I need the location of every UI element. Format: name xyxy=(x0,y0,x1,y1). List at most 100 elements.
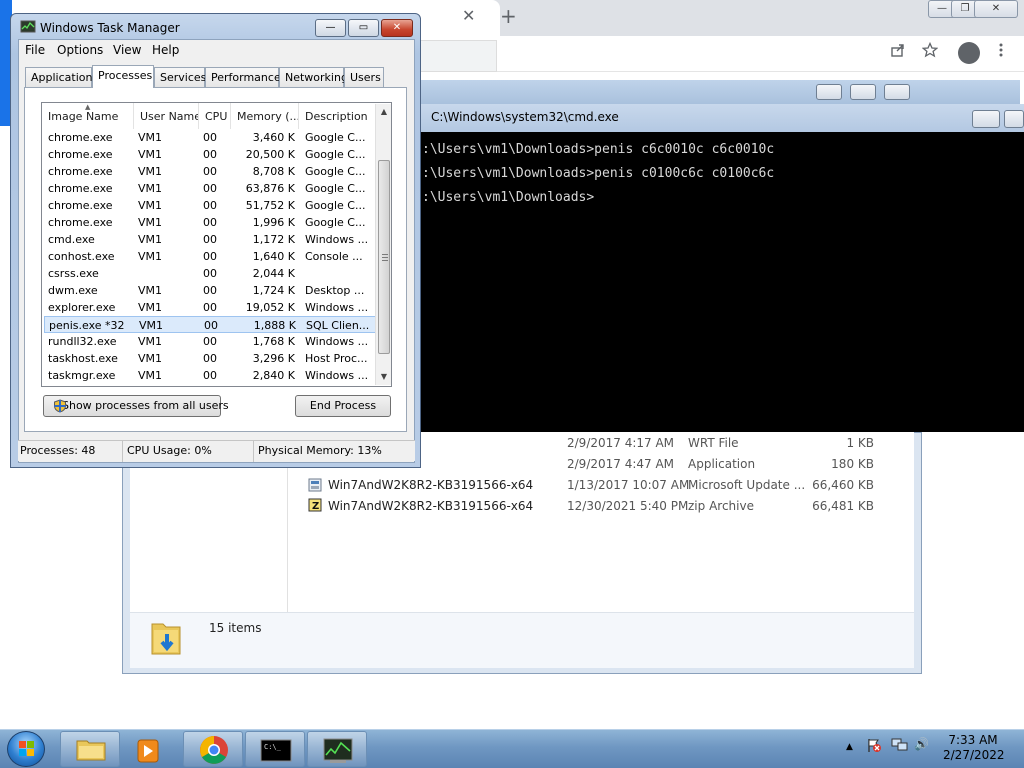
process-image: penis.exe *32 xyxy=(49,319,125,332)
process-desc: Windows ... xyxy=(305,335,369,348)
background-close-button[interactable] xyxy=(884,84,910,100)
process-cpu: 00 xyxy=(203,216,217,229)
file-type: WRT File xyxy=(688,436,739,450)
process-row[interactable]: chrome.exe VM1 00 63,876 K Google C... xyxy=(44,180,376,197)
menu-help[interactable]: Help xyxy=(152,43,179,57)
task-manager-minimize-button[interactable]: — xyxy=(315,19,346,37)
process-image: conhost.exe xyxy=(48,250,115,263)
chrome-new-tab-button[interactable]: + xyxy=(500,4,517,28)
task-manager-close-button[interactable]: ✕ xyxy=(381,19,413,37)
process-user: VM1 xyxy=(138,352,163,365)
process-cpu: 00 xyxy=(203,233,217,246)
taskbar-explorer-button[interactable] xyxy=(60,731,120,767)
chrome-close-button[interactable]: ✕ xyxy=(974,0,1018,18)
background-maximize-button[interactable] xyxy=(850,84,876,100)
tab-processes[interactable]: Processes xyxy=(92,65,154,88)
cmd-output-line: :\Users\vm1\Downloads>penis c0100c6c c01… xyxy=(422,166,775,181)
process-image: cmd.exe xyxy=(48,233,95,246)
process-row[interactable]: dwm.exe VM1 00 1,724 K Desktop ... xyxy=(44,282,376,299)
process-row[interactable]: cmd.exe VM1 00 1,172 K Windows ... xyxy=(44,231,376,248)
share-icon[interactable] xyxy=(887,42,909,64)
process-cpu: 00 xyxy=(203,267,217,280)
background-window-titlebar xyxy=(420,80,1020,104)
status-process-count: Processes: 48 xyxy=(20,444,96,457)
end-process-button[interactable]: End Process xyxy=(295,395,391,417)
column-header-image-name[interactable]: ▲ Image Name xyxy=(42,103,134,129)
process-row[interactable]: csrss.exe 00 2,044 K xyxy=(44,265,376,282)
file-type: Microsoft Update ... xyxy=(688,478,806,492)
process-row[interactable]: chrome.exe VM1 00 8,708 K Google C... xyxy=(44,163,376,180)
process-row[interactable]: chrome.exe VM1 00 1,996 K Google C... xyxy=(44,214,376,231)
process-desc: Desktop ... xyxy=(305,284,365,297)
process-user: VM1 xyxy=(138,199,163,212)
file-name: Win7AndW2K8R2-KB3191566-x64 xyxy=(328,478,534,492)
status-separator xyxy=(253,441,254,462)
process-image: csrss.exe xyxy=(48,267,99,280)
taskbar-task-manager-button[interactable] xyxy=(307,731,367,767)
menu-options[interactable]: Options xyxy=(57,43,103,57)
background-minimize-button[interactable] xyxy=(816,84,842,100)
profile-avatar-icon[interactable] xyxy=(958,42,980,64)
action-center-flag-icon[interactable] xyxy=(866,737,882,756)
process-row[interactable]: taskhost.exe VM1 00 3,296 K Host Proc... xyxy=(44,350,376,367)
show-all-processes-button[interactable]: Show processes from all users xyxy=(43,395,229,417)
process-user: VM1 xyxy=(138,131,163,144)
taskbar-chrome-button[interactable] xyxy=(183,731,243,767)
column-header-memory[interactable]: Memory (... xyxy=(231,103,299,129)
svg-text:C:\_: C:\_ xyxy=(264,743,282,751)
show-hidden-icons-arrow[interactable]: ▲ xyxy=(846,742,853,752)
column-header-cpu[interactable]: CPU xyxy=(199,103,231,129)
process-row[interactable]: chrome.exe VM1 00 3,460 K Google C... xyxy=(44,129,376,146)
process-user: VM1 xyxy=(138,233,163,246)
process-list-scrollbar[interactable]: ▲ ▼ xyxy=(375,104,391,385)
process-row[interactable]: conhost.exe VM1 00 1,640 K Console ... xyxy=(44,248,376,265)
process-desc: Google C... xyxy=(305,148,366,161)
process-mem: 8,708 K xyxy=(252,165,295,178)
start-button[interactable] xyxy=(7,731,45,767)
cmd-prompt-line: :\Users\vm1\Downloads> xyxy=(422,190,595,205)
scroll-up-arrow-icon[interactable]: ▲ xyxy=(376,104,392,120)
process-image: rundll32.exe xyxy=(48,335,117,348)
process-row[interactable]: taskmgr.exe VM1 00 2,840 K Windows ... xyxy=(44,367,376,384)
task-manager-maximize-button[interactable]: ▭ xyxy=(348,19,379,37)
volume-icon[interactable]: 🔊 xyxy=(914,737,929,751)
network-icon[interactable] xyxy=(891,737,909,756)
bookmark-star-icon[interactable] xyxy=(919,41,941,64)
column-header-description[interactable]: Description xyxy=(299,103,375,129)
column-header-user-name[interactable]: User Name xyxy=(134,103,199,129)
cmd-maximize-button[interactable] xyxy=(1004,110,1024,128)
process-row[interactable]: penis.exe *32 VM1 00 1,888 K SQL Clien... xyxy=(44,316,376,333)
svg-text:Z: Z xyxy=(312,501,319,512)
process-image: chrome.exe xyxy=(48,131,113,144)
item-count: 15 items xyxy=(209,621,262,635)
process-row[interactable]: chrome.exe VM1 00 51,752 K Google C... xyxy=(44,197,376,214)
process-row[interactable]: chrome.exe VM1 00 20,500 K Google C... xyxy=(44,146,376,163)
tab-users[interactable]: Users xyxy=(344,67,384,87)
tab-networking[interactable]: Networking xyxy=(279,67,348,87)
chrome-tab-close-icon[interactable]: ✕ xyxy=(462,6,475,25)
taskbar-cmd-button[interactable]: C:\_ xyxy=(245,731,305,767)
thumb-grip xyxy=(382,260,388,261)
system-clock[interactable]: 7:33 AM 2/27/2022 xyxy=(943,733,1005,763)
sort-ascending-icon: ▲ xyxy=(85,103,91,111)
process-row[interactable]: explorer.exe VM1 00 19,052 K Windows ... xyxy=(44,299,376,316)
menu-view[interactable]: View xyxy=(113,43,141,57)
tab-services[interactable]: Services xyxy=(154,67,206,87)
taskbar-media-player-button[interactable] xyxy=(121,731,181,767)
process-mem: 1,996 K xyxy=(252,216,295,229)
cmd-minimize-button[interactable] xyxy=(972,110,1000,128)
tab-applications[interactable]: Applications xyxy=(25,67,98,87)
file-date: 2/9/2017 4:47 AM xyxy=(567,457,675,471)
clock-date: 2/27/2022 xyxy=(943,748,1005,762)
process-list[interactable]: ▲ Image Name User Name CPU Memory (... D… xyxy=(41,102,392,387)
process-desc: Google C... xyxy=(305,131,366,144)
process-cpu: 00 xyxy=(204,319,218,332)
scroll-down-arrow-icon[interactable]: ▼ xyxy=(376,369,392,385)
tab-performance[interactable]: Performance xyxy=(205,67,281,87)
scrollbar-thumb[interactable] xyxy=(378,160,390,354)
process-mem: 3,296 K xyxy=(252,352,295,365)
menu-file[interactable]: File xyxy=(25,43,45,57)
process-row[interactable]: rundll32.exe VM1 00 1,768 K Windows ... xyxy=(44,333,376,350)
chrome-menu-icon[interactable] xyxy=(990,42,1012,64)
process-user: VM1 xyxy=(138,216,163,229)
